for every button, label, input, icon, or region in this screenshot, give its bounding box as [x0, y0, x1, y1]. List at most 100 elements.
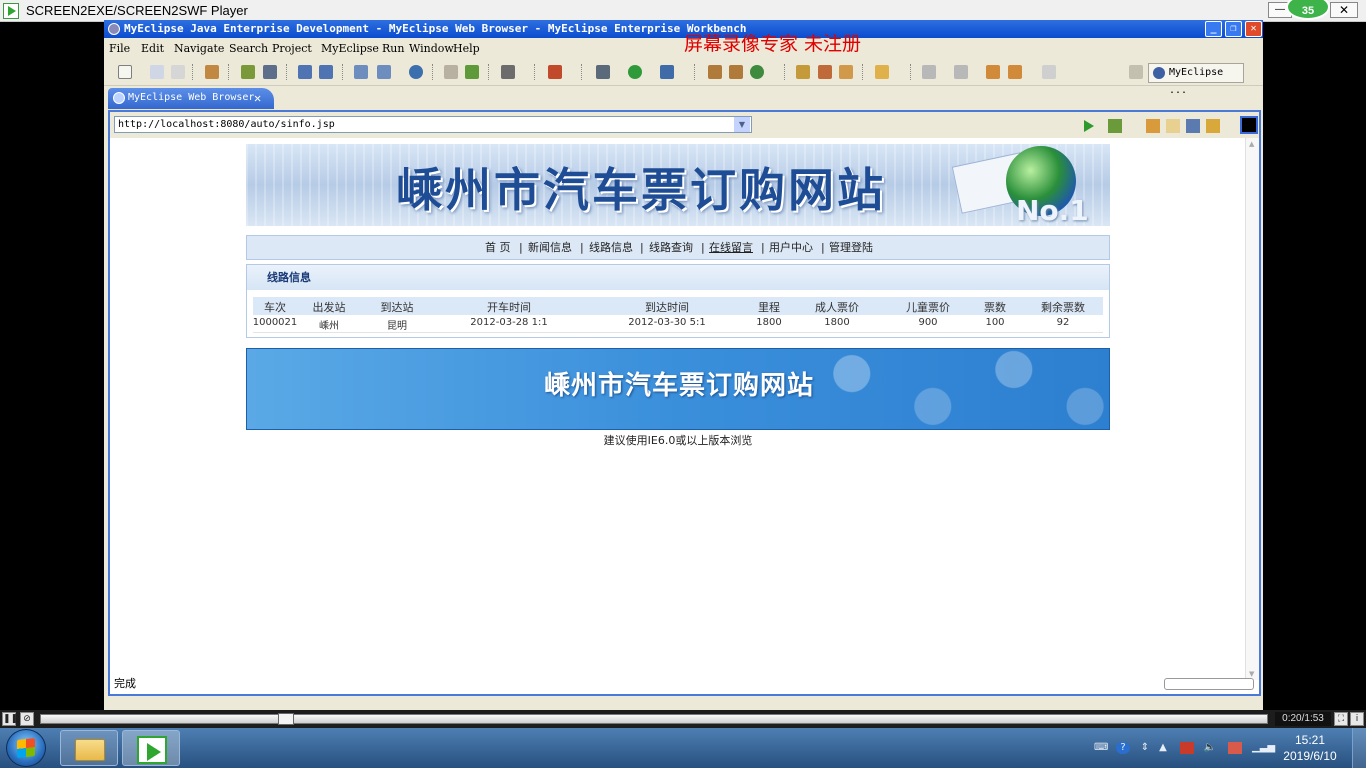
gear-icon[interactable]: [596, 65, 610, 79]
tab-web-browser[interactable]: MyEclipse Web Browser ✕: [108, 88, 274, 109]
cell-arrival: 昆明: [387, 321, 407, 332]
back-icon[interactable]: [1146, 119, 1160, 133]
package-icon[interactable]: [205, 65, 219, 79]
route-panel: 线路信息 车次 出发站 到达站 开车时间 到达时间 里程 成人票价 儿童票价 票…: [246, 264, 1110, 338]
chevron-up-icon[interactable]: ▲: [1156, 742, 1170, 754]
keyboard-icon[interactable]: ⌨: [1094, 742, 1108, 754]
open-resource-icon[interactable]: [465, 65, 479, 79]
pause-icon[interactable]: ❚❚: [2, 712, 18, 726]
panel-title: 线路信息: [247, 265, 1109, 290]
close-icon[interactable]: ✕: [254, 88, 261, 108]
nav-admin-login[interactable]: 管理登陆: [829, 236, 873, 259]
clock-date: 2019/6/10: [1283, 749, 1337, 763]
forward-icon[interactable]: [1042, 65, 1056, 79]
menu-search[interactable]: Search: [229, 42, 268, 55]
clock[interactable]: 15:21 2019/6/10: [1280, 732, 1340, 764]
console-icon[interactable]: [501, 65, 515, 79]
new-project-icon[interactable]: [708, 65, 722, 79]
ide-close-button[interactable]: ✕: [1245, 21, 1262, 37]
display-icon[interactable]: ⇕: [1138, 742, 1152, 754]
cell-distance: 1800: [756, 317, 782, 328]
favorites-icon[interactable]: [1108, 119, 1122, 133]
network-icon[interactable]: ▁▃▅: [1252, 742, 1275, 754]
url-input[interactable]: http://localhost:8080/auto/sinfo.jsp: [114, 116, 752, 133]
menu-window[interactable]: Window: [409, 42, 454, 55]
db-icon[interactable]: [354, 65, 368, 79]
new-class-icon[interactable]: [750, 65, 764, 79]
seek-bar[interactable]: [40, 714, 1268, 724]
flag-icon[interactable]: [1228, 742, 1242, 754]
show-desktop-button[interactable]: [1352, 728, 1366, 768]
nav-user-center[interactable]: 用户中心: [769, 236, 813, 259]
ide-minimize-button[interactable]: _: [1205, 21, 1222, 37]
col-header: 车次: [264, 301, 286, 314]
save-icon[interactable]: [150, 65, 164, 79]
cell-adult-price: 1800: [824, 317, 850, 328]
tools-icon[interactable]: [818, 65, 832, 79]
print-icon[interactable]: [171, 65, 185, 79]
nav-home[interactable]: 首 页: [485, 236, 511, 259]
security-icon[interactable]: [1180, 742, 1194, 754]
player-close-button[interactable]: ✕: [1330, 2, 1358, 18]
start-button[interactable]: [6, 729, 46, 767]
nav-routes[interactable]: 线路信息: [589, 236, 633, 259]
table-icon[interactable]: [377, 65, 391, 79]
nav-route-search[interactable]: 线路查询: [649, 236, 693, 259]
menu-myeclipse[interactable]: MyEclipse: [321, 42, 379, 55]
nav-message[interactable]: 在线留言: [709, 236, 753, 259]
debug-icon[interactable]: [660, 65, 674, 79]
fullscreen-icon[interactable]: ⛶: [1334, 712, 1348, 726]
new-package-icon[interactable]: [729, 65, 743, 79]
menu-edit[interactable]: Edit: [141, 42, 164, 55]
menu-run[interactable]: Run: [382, 42, 404, 55]
deploy-icon[interactable]: [241, 65, 255, 79]
stop-icon[interactable]: [1186, 119, 1200, 133]
taskbar-explorer[interactable]: [60, 730, 118, 766]
back-icon[interactable]: [1008, 65, 1022, 79]
open-type-icon[interactable]: [444, 65, 458, 79]
table-header: 车次 出发站 到达站 开车时间 到达时间 里程 成人票价 儿童票价 票数 剩余票…: [253, 297, 1103, 315]
hammer-icon[interactable]: [839, 65, 853, 79]
open-perspective-icon[interactable]: [1129, 65, 1143, 79]
refresh-icon[interactable]: [1206, 119, 1220, 133]
seek-thumb[interactable]: [277, 713, 294, 725]
col-header: 剩余票数: [1041, 301, 1085, 314]
next-annotation-icon[interactable]: [922, 65, 936, 79]
perspective-switcher[interactable]: MyEclipse ...: [1148, 63, 1244, 96]
menu-project[interactable]: Project: [272, 42, 312, 55]
menu-navigate[interactable]: Navigate: [174, 42, 224, 55]
globe-icon[interactable]: [409, 65, 423, 79]
menu-file[interactable]: File: [109, 42, 130, 55]
edit-icon[interactable]: [298, 65, 312, 79]
info-icon[interactable]: i: [1350, 712, 1364, 726]
volume-icon[interactable]: 🔈: [1203, 742, 1217, 754]
help-icon[interactable]: ?: [1116, 742, 1130, 754]
ide-restore-button[interactable]: ❐: [1225, 21, 1242, 37]
col-header: 票数: [984, 301, 1006, 314]
go-icon[interactable]: [1084, 120, 1094, 132]
search-folder-icon[interactable]: [875, 65, 889, 79]
vertical-scrollbar[interactable]: [1245, 138, 1259, 680]
menu-bar: File Edit Navigate Search Project MyEcli…: [104, 40, 1263, 58]
web-browser-view: http://localhost:8080/auto/sinfo.jsp ▼ 嵊…: [108, 110, 1261, 696]
run-icon[interactable]: [628, 65, 642, 79]
menu-help[interactable]: Help: [453, 42, 480, 55]
cell-arrive-time: 2012-03-30 5:1: [628, 317, 706, 328]
chevron-down-icon[interactable]: ▼: [734, 117, 750, 132]
taskbar-player[interactable]: [122, 730, 180, 766]
prev-annotation-icon[interactable]: [954, 65, 968, 79]
server-icon[interactable]: [263, 65, 277, 79]
color-picker-icon[interactable]: [1240, 116, 1258, 134]
refactor-icon[interactable]: [319, 65, 333, 79]
new-icon[interactable]: [118, 65, 132, 79]
open-folder-icon[interactable]: [796, 65, 810, 79]
stop-icon[interactable]: ⊘: [20, 712, 34, 726]
ant-icon[interactable]: [548, 65, 562, 79]
playback-time: 0:20/1:53: [1275, 712, 1331, 726]
nav-news[interactable]: 新闻信息: [528, 236, 572, 259]
col-header: 儿童票价: [906, 301, 950, 314]
forward-icon[interactable]: [1166, 119, 1180, 133]
main-toolbar: MyEclipse ...: [104, 60, 1263, 96]
globe-icon: [113, 92, 125, 104]
last-edit-icon[interactable]: [986, 65, 1000, 79]
